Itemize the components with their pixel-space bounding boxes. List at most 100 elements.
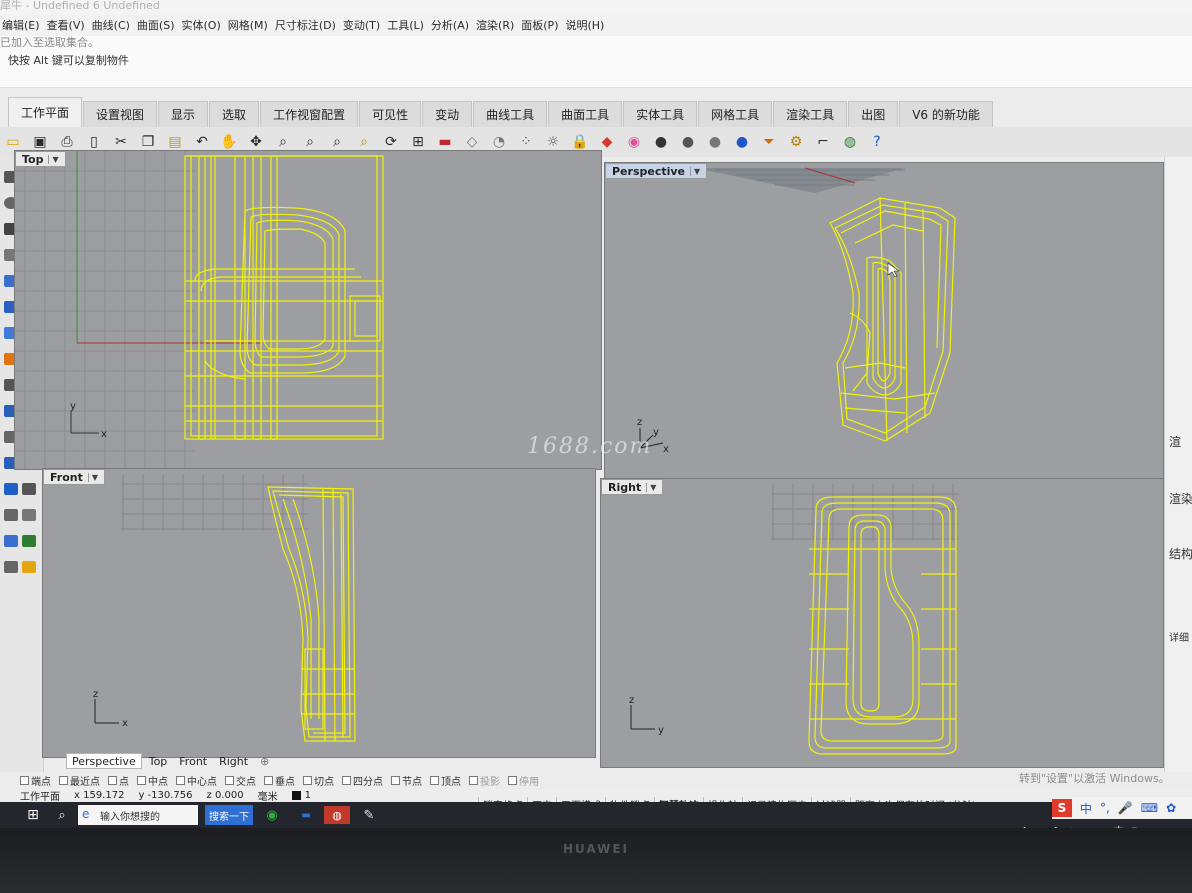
print-icon[interactable]: ⎙ [56,132,78,152]
zoom-selected-icon[interactable]: ⌕ [353,132,375,152]
osnap-checkbox[interactable]: 停用 [508,773,539,788]
ribbon-tab[interactable]: 网格工具 [698,101,773,127]
sogou-ime-icon[interactable]: S [1052,799,1072,817]
menu-item[interactable]: 网格(M) [228,17,268,33]
render-tool-icon[interactable] [22,561,36,573]
ribbon-tab[interactable]: 实体工具 [623,101,698,127]
new-file-icon[interactable]: ▭ [2,132,24,152]
clock-icon[interactable]: ◔ [488,132,510,152]
osnap-checkbox[interactable]: 点 [108,773,129,788]
ribbon-tab[interactable]: 曲线工具 [473,101,548,127]
render-sphere-icon[interactable]: ● [677,132,699,152]
gear-icon[interactable]: ⚙ [785,132,807,152]
taskbar-search-icon[interactable]: ⌕ [52,806,72,824]
menu-item[interactable]: 面板(P) [521,17,558,33]
zoom-extents-icon[interactable]: ⌕ [326,132,348,152]
viewport-menu-arrow-icon[interactable]: ▼ [646,482,656,492]
menu-item[interactable]: 实体(O) [182,17,221,33]
ribbon-tab[interactable]: 设置视图 [83,101,158,127]
osnap-checkbox[interactable]: 切点 [303,773,334,788]
check-tool-icon[interactable] [22,535,36,547]
save-icon[interactable]: ▣ [29,132,51,152]
viewport-perspective-title[interactable]: Perspective ▼ [605,163,708,179]
viewport-tab[interactable]: Top [144,753,173,769]
pan-hand-icon[interactable]: ✋ [218,132,240,152]
rhino-app-icon[interactable]: ✎ [356,806,382,824]
split-tool-icon[interactable] [22,483,36,495]
lock-icon[interactable]: 🔒 [569,132,591,152]
osnap-checkbox[interactable]: 中心点 [176,773,217,788]
zoom-window-icon[interactable]: ⌕ [299,132,321,152]
paste-icon[interactable]: ▤ [164,132,186,152]
menu-item[interactable]: 变动(T) [343,17,380,33]
ribbon-tab[interactable]: 选取 [209,101,260,127]
viewport-perspective[interactable]: z x y Perspective ▼ [604,162,1164,484]
panel-label-rendering[interactable]: 渲染 [1169,490,1192,507]
viewport-front-title[interactable]: Front ▼ [43,469,106,485]
viewport-right-title[interactable]: Right ▼ [601,479,664,495]
panel-label-structure[interactable]: 结构 [1169,545,1192,562]
osnap-checkbox[interactable]: 中点 [137,773,168,788]
ribbon-tab[interactable]: 工作平面 [8,97,83,127]
menu-item[interactable]: 尺寸标注(D) [275,17,336,33]
ribbon-tab[interactable]: 工作视窗配置 [260,101,359,127]
analyze-tool-icon[interactable] [4,561,18,573]
osnap-checkbox[interactable]: 垂点 [264,773,295,788]
keyboard-icon[interactable]: ⌨ [1141,801,1158,815]
viewport-tab[interactable]: Front [174,753,212,769]
windows-start-icon[interactable]: ⊞ [22,806,44,824]
menu-item[interactable]: 曲线(C) [92,17,130,33]
ribbon-tab[interactable]: V6 的新功能 [899,101,993,127]
car-icon[interactable]: ▬ [434,132,456,152]
panel-label-details[interactable]: 详细 [1169,629,1189,644]
undo-icon[interactable]: ↶ [191,132,213,152]
viewport-top-title[interactable]: Top ▼ [15,151,66,167]
edge-browser-icon[interactable]: ◉ [262,806,282,824]
taskbar-app-blue-icon[interactable]: ▬ [292,806,320,824]
ime-skin-icon[interactable]: ✿ [1166,801,1176,815]
layer-icon[interactable]: ◆ [596,132,618,152]
group-tool-icon[interactable] [22,509,36,521]
ribbon-tab[interactable]: 渲染工具 [773,101,848,127]
wechat-icon[interactable]: ◍ [324,806,350,824]
status-layer[interactable]: 1 [305,790,311,801]
osnap-checkbox[interactable]: 节点 [391,773,422,788]
filter-icon[interactable]: ⏷ [758,132,780,152]
menu-item[interactable]: 编辑(E) [2,17,40,33]
add-viewport-tab-icon[interactable]: ⊕ [255,753,274,769]
viewport-menu-arrow-icon[interactable]: ▼ [48,154,59,164]
eraser-icon[interactable]: ◇ [461,132,483,152]
points-icon[interactable]: ⁘ [515,132,537,152]
viewport-front[interactable]: z x Front ▼ [42,468,596,758]
move-icon[interactable]: ✥ [245,132,267,152]
zoom-icon[interactable]: ⌕ [272,132,294,152]
viewport-right[interactable]: z y Right ▼ [600,478,1164,768]
blue-sphere-icon[interactable]: ● [731,132,753,152]
rotate-view-icon[interactable]: ⟳ [380,132,402,152]
help-icon[interactable]: ? [866,132,888,152]
ribbon-tab[interactable]: 出图 [848,101,899,127]
osnap-checkbox[interactable]: 最近点 [59,773,100,788]
status-cplane[interactable]: 工作平面 [20,788,60,803]
shaded-sphere-icon[interactable]: ● [650,132,672,152]
osnap-checkbox[interactable]: 投影 [469,773,500,788]
viewport-menu-arrow-icon[interactable]: ▼ [690,166,700,176]
status-unit[interactable]: 毫米 [258,788,278,803]
osnap-checkbox[interactable]: 端点 [20,773,51,788]
light-icon[interactable]: ☼ [542,132,564,152]
osnap-checkbox[interactable]: 顶点 [430,773,461,788]
viewport-tab[interactable]: Perspective [66,753,142,769]
osnap-checkbox[interactable]: 交点 [225,773,256,788]
microphone-icon[interactable]: 🎤 [1118,801,1133,815]
viewport-menu-arrow-icon[interactable]: ▼ [87,472,98,482]
menu-item[interactable]: 曲面(S) [137,17,175,33]
viewport-top[interactable]: y x Top ▼ [14,150,602,470]
ribbon-tab[interactable]: 曲面工具 [548,101,623,127]
ribbon-tab[interactable]: 变动 [422,101,473,127]
cut-icon[interactable]: ✂ [110,132,132,152]
boolean-tool-icon[interactable] [4,483,18,495]
viewport-tab[interactable]: Right [214,753,253,769]
ribbon-tab[interactable]: 显示 [158,101,209,127]
viewport-layout-icon[interactable]: ⊞ [407,132,429,152]
ime-language[interactable]: 中 [1080,800,1092,817]
